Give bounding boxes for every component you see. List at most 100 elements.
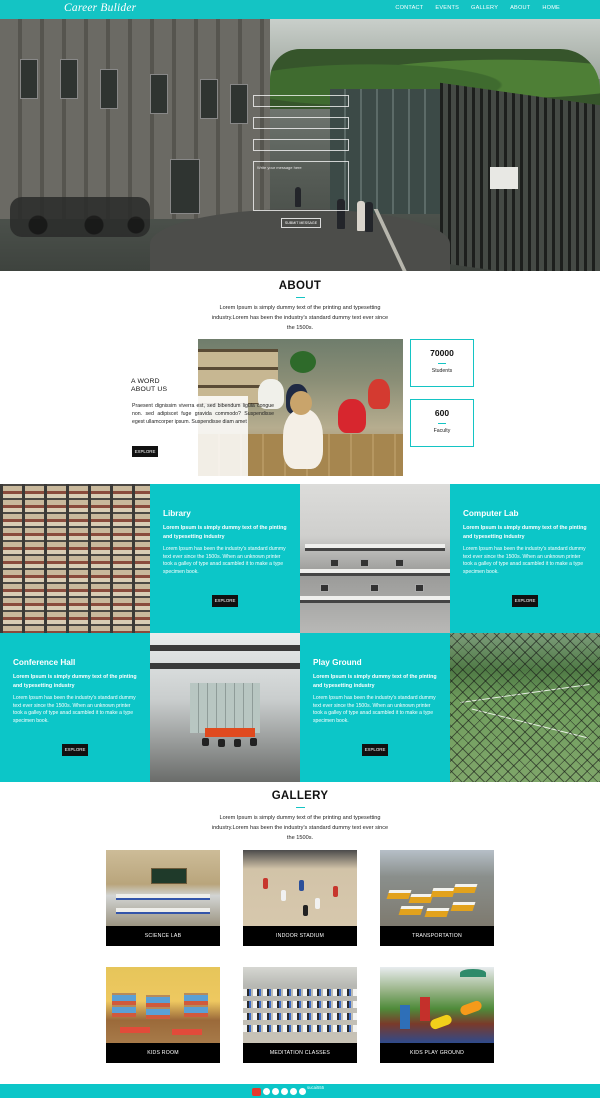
footer: sucai555 — [0, 1084, 600, 1098]
more-icon[interactable] — [299, 1088, 306, 1095]
gallery-caption: MEDITATION CLASSES — [243, 1043, 357, 1063]
weibo-icon[interactable] — [252, 1087, 261, 1096]
lab-bench — [116, 894, 210, 900]
stadium-kid — [333, 886, 338, 897]
student-row — [243, 1013, 357, 1020]
library-explore-button[interactable]: EXPLORE — [212, 595, 238, 607]
computer-lab-card: Computer Lab Lorem Ipsum is simply dummy… — [450, 484, 600, 633]
playground-tower — [400, 1005, 410, 1029]
stat-divider — [438, 423, 446, 424]
hall-chair — [234, 739, 241, 747]
gallery-item-meditation-classes[interactable]: MEDITATION CLASSES — [243, 967, 357, 1063]
email-field[interactable] — [253, 117, 349, 129]
indoor-stadium-image — [243, 850, 357, 926]
playground-slide — [458, 999, 484, 1017]
gallery-item-science-lab[interactable]: SCIENCE LAB — [106, 850, 220, 946]
classroom-plant — [290, 351, 316, 373]
nav-home[interactable]: HOME — [542, 5, 560, 11]
playground-tower — [420, 997, 430, 1021]
gallery-title-underline — [296, 807, 305, 808]
gallery-caption: KIDS PLAY GROUND — [380, 1043, 494, 1063]
submit-message-button[interactable]: SUBMIT MESSAGE — [281, 218, 321, 228]
hall-chair — [202, 738, 209, 746]
building-window — [230, 84, 248, 124]
building-window — [60, 59, 78, 99]
hero-fence — [440, 82, 600, 271]
computer-lab-explore-button[interactable]: EXPLORE — [512, 595, 538, 607]
mail-icon[interactable] — [290, 1088, 297, 1095]
about-title: ABOUT — [278, 280, 322, 292]
gallery-item-indoor-stadium[interactable]: INDOOR STADIUM — [243, 850, 357, 946]
hero-person — [357, 201, 365, 231]
gallery-item-transportation[interactable]: TRANSPORTATION — [380, 850, 494, 946]
student-row — [243, 989, 357, 996]
building-window — [150, 74, 168, 114]
library-title: Library — [163, 509, 191, 518]
playground-umbrella — [460, 969, 486, 977]
faculty-label: Faculty — [433, 428, 451, 434]
stat-divider — [438, 363, 446, 364]
kids-table — [172, 1029, 202, 1035]
school-bus — [408, 894, 434, 903]
school-bus — [452, 884, 478, 893]
top-navbar: Career Bulider CONTACT EVENTS GALLERY AB… — [0, 0, 600, 19]
hero-person — [365, 202, 373, 232]
lab-monitor — [415, 584, 424, 592]
lab-blackboard — [151, 868, 187, 884]
kids-play-ground-image — [380, 967, 494, 1043]
lab-monitor — [370, 584, 379, 592]
gallery-caption: SCIENCE LAB — [106, 926, 220, 946]
gallery-item-kids-room[interactable]: KIDS ROOM — [106, 967, 220, 1063]
building-window — [200, 79, 218, 119]
stadium-kid — [281, 890, 286, 901]
about-card-title: A WORD ABOUT US — [131, 378, 167, 393]
share-icon[interactable] — [263, 1088, 270, 1095]
nav-events[interactable]: EVENTS — [435, 5, 459, 11]
stadium-kid — [315, 898, 320, 909]
library-image — [0, 484, 150, 633]
nav-contact[interactable]: CONTACT — [395, 5, 423, 11]
library-card: Library Lorem Ipsum is simply dummy text… — [150, 484, 300, 633]
hall-beam — [150, 645, 300, 651]
library-body: Lorem Ipsum has been the industry's stan… — [163, 546, 286, 575]
conference-hall-body: Lorem Ipsum has been the industry's stan… — [13, 695, 136, 724]
lab-desk — [300, 596, 450, 603]
wechat-icon[interactable] — [281, 1088, 288, 1095]
nav-gallery[interactable]: GALLERY — [471, 5, 498, 11]
meditation-classes-image — [243, 967, 357, 1043]
school-bus — [386, 890, 412, 899]
school-bus — [398, 906, 424, 915]
main-nav: CONTACT EVENTS GALLERY ABOUT HOME — [395, 5, 560, 11]
kids-table — [120, 1027, 150, 1033]
hall-table — [205, 728, 255, 737]
phone-field[interactable] — [253, 139, 349, 151]
qq-icon[interactable] — [272, 1088, 279, 1095]
lab-monitor — [330, 559, 339, 567]
about-explore-button[interactable]: EXPLORE — [132, 446, 158, 457]
lab-desk — [305, 544, 445, 551]
gallery-item-kids-play-ground[interactable]: KIDS PLAY GROUND — [380, 967, 494, 1063]
name-field[interactable] — [253, 95, 349, 107]
play-ground-explore-button[interactable]: EXPLORE — [362, 744, 388, 756]
lab-monitor — [360, 559, 369, 567]
contact-form: Write your message here SUBMIT MESSAGE — [253, 95, 349, 228]
conference-hall-image — [150, 633, 300, 782]
hero-banner: Write your message here SUBMIT MESSAGE — [0, 19, 600, 271]
students-label: Students — [431, 368, 453, 374]
about-card-title-line1: A WORD — [131, 378, 160, 385]
classroom-student — [368, 379, 390, 409]
hall-chair — [218, 739, 225, 747]
conference-hall-explore-button[interactable]: EXPLORE — [62, 744, 88, 756]
kids-shelf — [184, 993, 208, 1017]
hall-beam — [150, 663, 300, 669]
classroom-student — [283, 409, 323, 469]
nav-about[interactable]: ABOUT — [510, 5, 530, 11]
hall-glass-wall — [190, 683, 260, 733]
lab-bench — [116, 908, 210, 914]
about-intro: Lorem Ipsum is simply dummy text of the … — [211, 305, 389, 331]
message-field[interactable]: Write your message here — [253, 161, 349, 211]
about-title-underline — [296, 297, 305, 298]
play-ground-card: Play Ground Lorem Ipsum is simply dummy … — [300, 633, 450, 782]
brand-logo[interactable]: Career Bulider — [64, 2, 136, 14]
lab-monitor — [320, 584, 329, 592]
